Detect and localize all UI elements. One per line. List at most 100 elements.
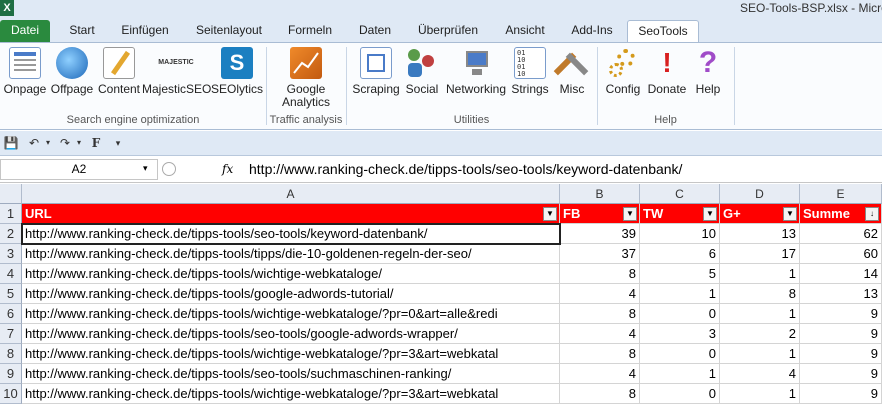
column-header-a[interactable]: A bbox=[22, 184, 560, 204]
save-icon[interactable]: 💾 bbox=[3, 135, 19, 151]
cell-gplus[interactable]: 1 bbox=[720, 304, 800, 324]
cell-fb[interactable]: 4 bbox=[560, 364, 640, 384]
misc-button[interactable]: Misc bbox=[552, 47, 592, 96]
chevron-down-icon[interactable]: ▾ bbox=[143, 159, 148, 178]
cell-gplus[interactable]: 17 bbox=[720, 244, 800, 264]
cell-gplus[interactable]: 4 bbox=[720, 364, 800, 384]
content-button[interactable]: Content bbox=[96, 47, 142, 96]
column-header-b[interactable]: B bbox=[560, 184, 640, 204]
cell-tw[interactable]: 6 bbox=[640, 244, 720, 264]
tab-einfuegen[interactable]: Einfügen bbox=[114, 20, 176, 42]
cell-url[interactable]: http://www.ranking-check.de/tipps-tools/… bbox=[22, 344, 560, 364]
cell-gplus[interactable]: 1 bbox=[720, 344, 800, 364]
google-analytics-button[interactable]: Google Analytics bbox=[276, 47, 336, 109]
cell-tw[interactable]: 0 bbox=[640, 344, 720, 364]
cell-summe[interactable]: 9 bbox=[800, 324, 882, 344]
header-cell-summe[interactable]: Summe ↓ bbox=[800, 204, 882, 224]
filter-dropdown-icon[interactable]: ▼ bbox=[623, 207, 637, 221]
cell-fb[interactable]: 8 bbox=[560, 384, 640, 404]
bold-button[interactable]: F bbox=[88, 135, 104, 151]
column-header-d[interactable]: D bbox=[720, 184, 800, 204]
filter-dropdown-icon[interactable]: ▼ bbox=[703, 207, 717, 221]
column-header-e[interactable]: E bbox=[800, 184, 882, 204]
cell-fb[interactable]: 8 bbox=[560, 344, 640, 364]
cell-fb[interactable]: 4 bbox=[560, 324, 640, 344]
row-header[interactable]: 8 bbox=[0, 344, 22, 364]
cell-gplus[interactable]: 13 bbox=[720, 224, 800, 244]
cell-fb[interactable]: 8 bbox=[560, 264, 640, 284]
cell-url[interactable]: http://www.ranking-check.de/tipps-tools/… bbox=[22, 244, 560, 264]
tab-seitenlayout[interactable]: Seitenlayout bbox=[188, 20, 270, 42]
column-header-c[interactable]: C bbox=[640, 184, 720, 204]
config-button[interactable]: Config bbox=[603, 47, 643, 96]
row-header[interactable]: 4 bbox=[0, 264, 22, 284]
row-header[interactable]: 7 bbox=[0, 324, 22, 344]
cell-summe[interactable]: 62 bbox=[800, 224, 882, 244]
header-cell-gplus[interactable]: G+ ▼ bbox=[720, 204, 800, 224]
filter-dropdown-icon[interactable]: ▼ bbox=[543, 207, 557, 221]
cell-summe[interactable]: 13 bbox=[800, 284, 882, 304]
tab-daten[interactable]: Daten bbox=[350, 20, 400, 42]
row-header[interactable]: 3 bbox=[0, 244, 22, 264]
header-cell-url[interactable]: URL ▼ bbox=[22, 204, 560, 224]
select-all-corner[interactable] bbox=[0, 184, 22, 204]
cell-gplus[interactable]: 2 bbox=[720, 324, 800, 344]
cell-url[interactable]: http://www.ranking-check.de/tipps-tools/… bbox=[22, 384, 560, 404]
undo-dropdown-icon[interactable]: ▾ bbox=[40, 135, 56, 151]
insert-function-icon[interactable]: fx bbox=[222, 159, 238, 179]
strings-button[interactable]: 01 10 01 10 Strings bbox=[508, 47, 552, 96]
onpage-button[interactable]: Onpage bbox=[2, 47, 48, 96]
row-header[interactable]: 6 bbox=[0, 304, 22, 324]
formula-input[interactable]: http://www.ranking-check.de/tipps-tools/… bbox=[249, 160, 682, 179]
cell-fb[interactable]: 8 bbox=[560, 304, 640, 324]
cell-summe[interactable]: 60 bbox=[800, 244, 882, 264]
cell-tw[interactable]: 0 bbox=[640, 304, 720, 324]
tab-formeln[interactable]: Formeln bbox=[282, 20, 338, 42]
name-box[interactable]: A2 bbox=[0, 159, 158, 180]
filter-dropdown-icon[interactable]: ▼ bbox=[783, 207, 797, 221]
cell-summe[interactable]: 9 bbox=[800, 344, 882, 364]
tab-ueberpruefen[interactable]: Überprüfen bbox=[410, 20, 486, 42]
customize-qat-icon[interactable]: ▾ bbox=[110, 135, 126, 151]
tab-start[interactable]: Start bbox=[58, 20, 106, 42]
cell-url[interactable]: http://www.ranking-check.de/tipps-tools/… bbox=[22, 304, 560, 324]
cell-tw[interactable]: 10 bbox=[640, 224, 720, 244]
cell-url[interactable]: http://www.ranking-check.de/tipps-tools/… bbox=[22, 324, 560, 344]
cell-tw[interactable]: 0 bbox=[640, 384, 720, 404]
header-cell-fb[interactable]: FB ▼ bbox=[560, 204, 640, 224]
donate-button[interactable]: ! Donate bbox=[645, 47, 689, 96]
tab-add-ins[interactable]: Add-Ins bbox=[564, 20, 620, 42]
sort-descending-icon[interactable]: ↓ bbox=[865, 207, 879, 221]
formula-expand-icon[interactable] bbox=[162, 162, 176, 176]
cell-tw[interactable]: 1 bbox=[640, 364, 720, 384]
row-header[interactable]: 2 bbox=[0, 224, 22, 244]
scraping-button[interactable]: Scraping bbox=[352, 47, 400, 96]
offpage-button[interactable]: Offpage bbox=[48, 47, 96, 96]
cell-fb[interactable]: 37 bbox=[560, 244, 640, 264]
cell-summe[interactable]: 9 bbox=[800, 304, 882, 324]
tab-seotools[interactable]: SeoTools bbox=[627, 20, 699, 42]
cell-url[interactable]: http://www.ranking-check.de/tipps-tools/… bbox=[22, 264, 560, 284]
tab-datei[interactable]: Datei bbox=[0, 20, 50, 42]
row-header[interactable]: 10 bbox=[0, 384, 22, 404]
seolytics-button[interactable]: S SEOlytics bbox=[210, 47, 264, 96]
cell-gplus[interactable]: 1 bbox=[720, 384, 800, 404]
cell-gplus[interactable]: 1 bbox=[720, 264, 800, 284]
row-header[interactable]: 5 bbox=[0, 284, 22, 304]
cell-fb[interactable]: 4 bbox=[560, 284, 640, 304]
row-header[interactable]: 1 bbox=[0, 204, 22, 224]
cell-tw[interactable]: 1 bbox=[640, 284, 720, 304]
cell-url[interactable]: http://www.ranking-check.de/tipps-tools/… bbox=[22, 364, 560, 384]
tab-ansicht[interactable]: Ansicht bbox=[498, 20, 552, 42]
networking-button[interactable]: Networking bbox=[444, 47, 508, 96]
social-button[interactable]: Social bbox=[400, 47, 444, 96]
majesticseo-button[interactable]: MAJESTIC MajesticSEO bbox=[142, 47, 211, 96]
cell-url[interactable]: http://www.ranking-check.de/tipps-tools/… bbox=[22, 224, 560, 244]
cell-summe[interactable]: 14 bbox=[800, 264, 882, 284]
cell-fb[interactable]: 39 bbox=[560, 224, 640, 244]
redo-dropdown-icon[interactable]: ▾ bbox=[71, 135, 87, 151]
row-header[interactable]: 9 bbox=[0, 364, 22, 384]
cell-tw[interactable]: 3 bbox=[640, 324, 720, 344]
cell-summe[interactable]: 9 bbox=[800, 364, 882, 384]
cell-gplus[interactable]: 8 bbox=[720, 284, 800, 304]
